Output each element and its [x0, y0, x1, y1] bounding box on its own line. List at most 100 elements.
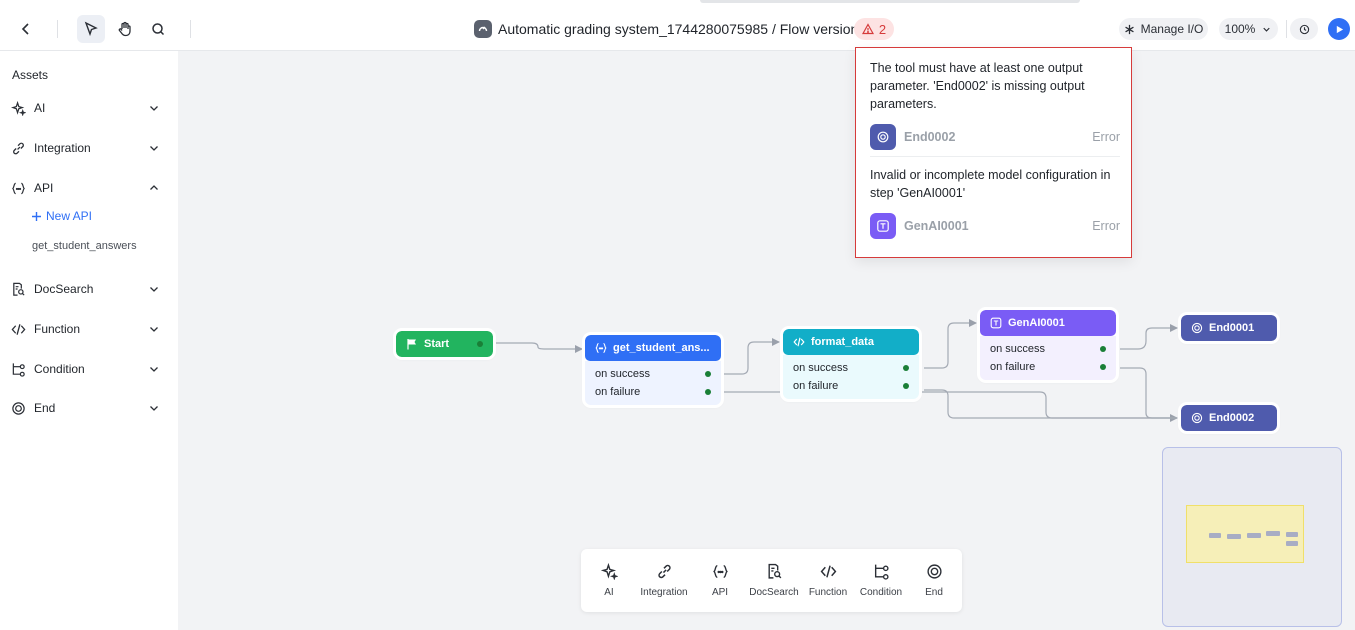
- new-api-button[interactable]: New API: [31, 209, 92, 223]
- success-port[interactable]: [903, 365, 909, 371]
- pan-tool-button[interactable]: [111, 15, 139, 43]
- hand-icon: [118, 21, 131, 37]
- node-end2-header: End0002: [1181, 405, 1277, 431]
- manage-io-button[interactable]: Manage I/O: [1119, 18, 1208, 40]
- sidebar-item-integration[interactable]: Integration: [0, 136, 178, 160]
- sidebar-item-api[interactable]: API: [0, 176, 178, 200]
- flag-icon: [407, 339, 416, 350]
- node-end0002[interactable]: End0002: [1181, 405, 1277, 431]
- node-genai-header: GenAI0001: [980, 310, 1116, 336]
- minimap-node: [1266, 531, 1280, 536]
- top-bar: Automatic grading system_1744280075985 /…: [0, 0, 1355, 51]
- minimap-viewport[interactable]: [1186, 505, 1304, 563]
- end-icon: [1191, 322, 1203, 334]
- port-label: on failure: [595, 386, 641, 398]
- play-icon: [1336, 25, 1343, 33]
- toolbar-end-button[interactable]: End: [906, 563, 962, 598]
- minimap[interactable]: [1162, 447, 1342, 627]
- sparkle-icon: [581, 563, 637, 583]
- chevron-left-icon: [21, 23, 29, 35]
- error-node-name: GenAI0001: [904, 219, 969, 233]
- failure-port[interactable]: [1100, 364, 1106, 370]
- chevron-down-icon: [148, 323, 160, 335]
- sparkle-icon: [10, 100, 27, 117]
- node-genai-label: GenAI0001: [1008, 317, 1065, 329]
- node-format-data-body: on success on failure: [783, 355, 919, 399]
- port-label: on success: [793, 362, 849, 374]
- port-label: on failure: [990, 361, 1036, 373]
- toolbar-integration-button[interactable]: Integration: [636, 563, 692, 598]
- node-end0001[interactable]: End0001: [1181, 315, 1277, 341]
- minimap-node: [1286, 541, 1298, 546]
- toolbar-docsearch-button[interactable]: DocSearch: [746, 563, 802, 598]
- top-scroll-indicator: [700, 0, 1080, 3]
- toolbar-function-button[interactable]: Function: [800, 563, 856, 598]
- node-format-data-label: format_data: [811, 336, 874, 348]
- search-tool-button[interactable]: [144, 15, 172, 43]
- error-count: 2: [878, 21, 887, 37]
- sidebar-item-label: Function: [34, 322, 81, 336]
- sidebar-item-label: DocSearch: [34, 282, 94, 296]
- error-item-genai0001[interactable]: GenAI0001 Error: [870, 212, 1120, 240]
- port-row-success: on success: [990, 340, 1106, 358]
- link-icon: [636, 563, 692, 583]
- port-label: on success: [990, 343, 1046, 355]
- select-tool-button[interactable]: [77, 15, 105, 43]
- error-message: The tool must have at least one output p…: [870, 61, 1085, 111]
- success-port[interactable]: [1100, 346, 1106, 352]
- chevron-down-icon: [148, 102, 160, 114]
- node-get-student-header: get_student_ans...: [585, 335, 721, 361]
- node-end1-header: End0001: [1181, 315, 1277, 341]
- chevron-down-icon: [148, 402, 160, 414]
- node-format-data-header: format_data: [783, 329, 919, 355]
- chevron-down-icon: [1263, 27, 1271, 32]
- toolbar-ai-button[interactable]: AI: [581, 563, 637, 598]
- success-port[interactable]: [705, 371, 711, 377]
- node-format-data[interactable]: format_data on success on failure: [783, 329, 919, 399]
- port-label: on failure: [793, 380, 839, 392]
- toolbar-label: DocSearch: [749, 587, 799, 598]
- zoom-select[interactable]: 100%: [1219, 18, 1278, 40]
- failure-port[interactable]: [903, 383, 909, 389]
- api-item-get-student-answers[interactable]: get_student_answers: [32, 240, 137, 252]
- node-genai-body: on success on failure: [980, 336, 1116, 380]
- node-start[interactable]: Start: [396, 331, 493, 357]
- node-get-student-answers[interactable]: get_student_ans... on success on failure: [585, 335, 721, 405]
- divider: [870, 156, 1120, 157]
- sidebar-item-docsearch[interactable]: DocSearch: [0, 277, 178, 301]
- code-icon: [11, 322, 26, 337]
- node-start-label: Start: [424, 338, 450, 350]
- toolbar-condition-button[interactable]: Condition: [853, 563, 909, 598]
- code-icon: [800, 563, 856, 583]
- back-button[interactable]: [12, 15, 40, 43]
- node-start-header: Start: [396, 331, 493, 357]
- end-icon: [1191, 412, 1203, 424]
- history-button[interactable]: [1290, 18, 1318, 40]
- chevron-down-icon: [148, 142, 160, 154]
- error-type: Error: [1092, 130, 1120, 144]
- run-button[interactable]: [1328, 18, 1350, 40]
- toolbar-api-button[interactable]: API: [692, 563, 748, 598]
- failure-port[interactable]: [705, 389, 711, 395]
- sidebar-item-condition[interactable]: Condition: [0, 357, 178, 381]
- divider: [1286, 20, 1287, 38]
- node-get-student-body: on success on failure: [585, 361, 721, 405]
- node-start-port[interactable]: [477, 341, 483, 347]
- minimap-node: [1286, 532, 1298, 537]
- port-row-success: on success: [793, 359, 909, 377]
- error-item-end0002[interactable]: End0002 Error: [870, 123, 1120, 151]
- sidebar-item-end[interactable]: End: [0, 396, 178, 420]
- sidebar-item-ai[interactable]: AI: [0, 96, 178, 120]
- sidebar-item-function[interactable]: Function: [0, 317, 178, 341]
- chevron-down-icon: [148, 363, 160, 375]
- pointer-icon: [84, 21, 98, 37]
- error-count-badge[interactable]: 2: [854, 18, 894, 40]
- toolbar-label: API: [711, 587, 729, 598]
- new-api-label: New API: [46, 209, 93, 223]
- port-row-failure: on failure: [990, 358, 1106, 376]
- error-message: Invalid or incomplete model configuratio…: [870, 168, 1111, 200]
- flow-title[interactable]: Automatic grading system_1744280075985 /…: [474, 19, 889, 39]
- manage-io-label: Manage I/O: [1140, 22, 1204, 36]
- node-genai0001[interactable]: GenAI0001 on success on failure: [980, 310, 1116, 380]
- sidebar-item-label: API: [34, 181, 54, 195]
